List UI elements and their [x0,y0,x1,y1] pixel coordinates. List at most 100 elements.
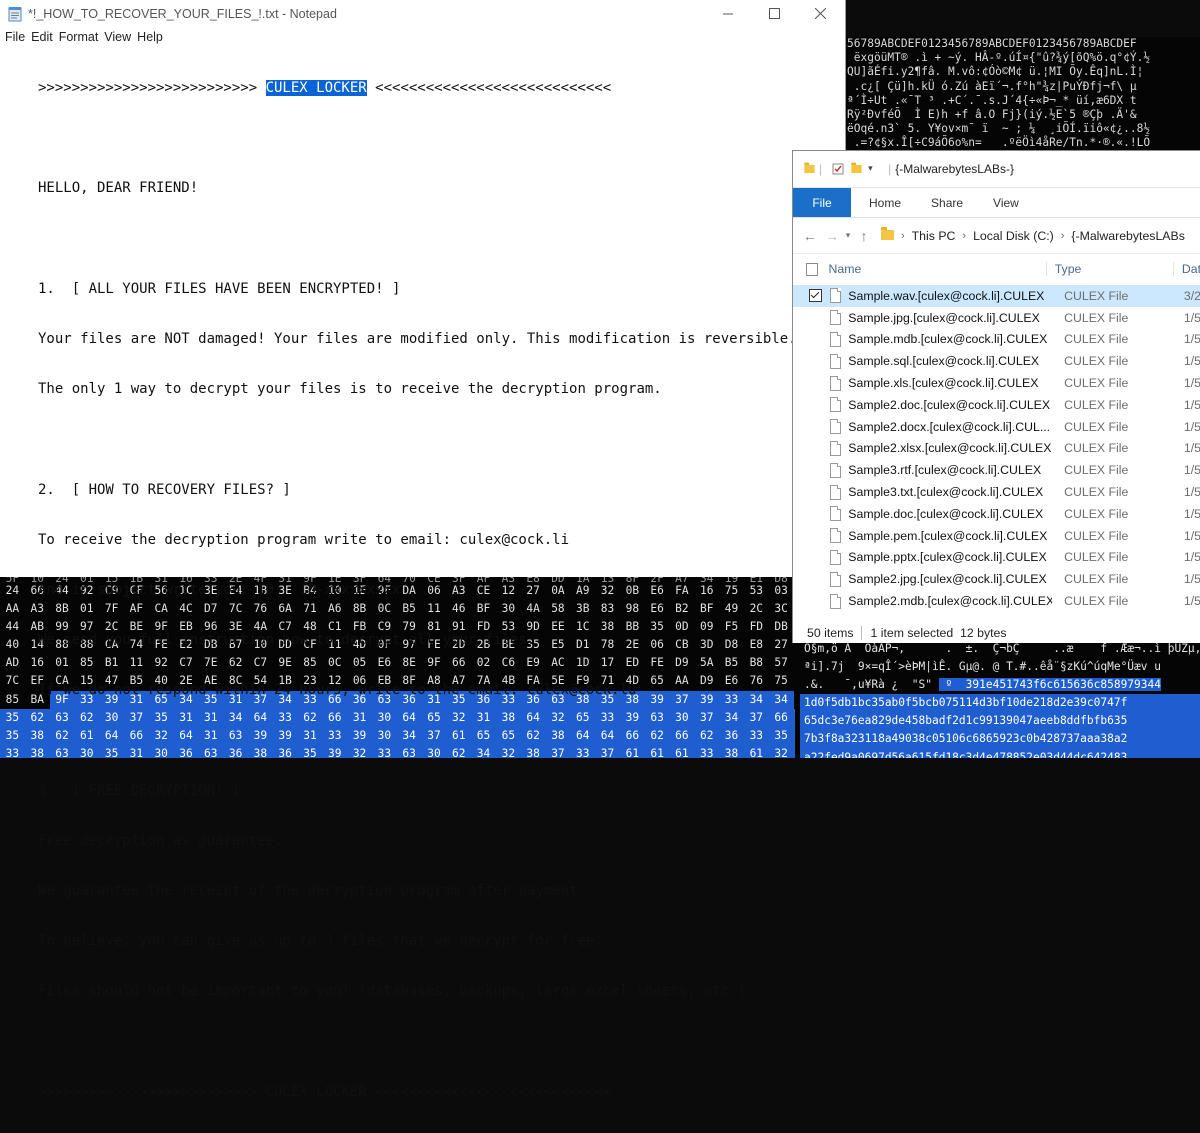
file-type: CULEX File [1064,550,1129,565]
hex-top-line: ëxgöüMT® .ì + ~ý. HÂ-º.úÍ¤{"û?¾ý[õQ%ö.q°… [847,51,1151,65]
notepad-menubar: File Edit Format View Help [0,27,845,47]
file-row[interactable]: Sample2.doc.[culex@cock.li].CULEX CULEX F… [793,394,1200,416]
up-arrow-icon[interactable]: ↑ [853,228,875,244]
status-bar: 50 items 1 item selected 12 bytes [793,622,1200,643]
new-folder-icon[interactable] [850,162,862,175]
menu-help[interactable]: Help [134,30,166,44]
ascii-text: .&. ¯,u¥Rà ¿ "S" [804,678,939,692]
file-name: Sample2.xlsx.[culex@cock.li].CULEX [848,441,1052,456]
notepad-titlebar[interactable]: *!_HOW_TO_RECOVER_YOUR_FILES_!.txt - Not… [0,0,845,27]
file-row[interactable]: Sample.wav.[culex@cock.li].CULEX CULEX Fi… [793,285,1200,307]
file-row[interactable]: Sample2.docx.[culex@cock.li].CUL... CULEX… [793,416,1200,438]
row-checkbox[interactable] [809,507,822,520]
file-row[interactable]: Sample.jpg.[culex@cock.li].CULEX CULEX Fi… [793,307,1200,329]
tab-home[interactable]: Home [863,196,907,210]
maximize-icon [768,8,780,19]
column-date[interactable]: Dat [1172,262,1200,276]
ascii-row: .&. ¯,u¥Rà ¿ "S" º 391e451743f6c615636c8… [800,676,1200,694]
forward-arrow-icon[interactable]: → [821,228,843,244]
text-line: Files should not be important to you! (d… [38,983,747,1000]
tab-share[interactable]: Share [925,196,969,210]
ascii-row: 7b3f8a323118a49038c05106c6865923c0b42873… [800,730,1200,749]
column-name[interactable]: Name [828,262,1045,276]
notepad-app-icon [8,6,22,22]
column-type[interactable]: Type [1045,262,1173,276]
file-row[interactable]: Sample.mdb.[culex@cock.li].CULEX CULEX Fi… [793,329,1200,351]
menu-file[interactable]: File [2,30,28,44]
tab-view[interactable]: View [987,196,1025,210]
breadcrumb-this-pc[interactable]: This PC [912,229,956,243]
select-all-checkbox[interactable] [806,262,819,276]
file-row[interactable]: Sample2.xlsx.[culex@cock.li].CULEX CULEX … [793,438,1200,460]
file-name: Sample2.docx.[culex@cock.li].CUL... [848,419,1051,434]
file-row[interactable]: Sample.xls.[culex@cock.li].CULEX CULEX Fi… [793,372,1200,394]
breadcrumb-local-disk[interactable]: Local Disk (C:) [973,229,1054,243]
ascii-text-selected: º 391e451743f6c615636c858979344 [938,678,1161,692]
text-line: And in subject write your ID: ID-xxxxxxx… [38,581,401,598]
row-checkbox[interactable] [809,377,822,390]
file-date: 1/5 [1183,419,1200,434]
file-row[interactable]: Sample.pem.[culex@cock.li].CULEX CULEX Fi… [793,525,1200,547]
file-type: CULEX File [1064,376,1129,391]
file-type: CULEX File [1064,528,1129,543]
file-icon [829,419,842,435]
quick-access-dropdown-icon[interactable]: ▾ [868,163,880,175]
hex-byte: AD [5,656,20,670]
row-checkbox[interactable] [809,595,822,608]
row-checkbox[interactable] [809,420,822,433]
chevron-right-icon: › [1060,229,1065,242]
row-checkbox[interactable] [809,529,822,542]
row-checkbox[interactable] [809,289,822,303]
column-headers: Name Type Dat [793,254,1200,284]
address-bar[interactable]: ← → ▾ ↑ › This PC › Local Disk (C:) › {-… [793,218,1200,254]
file-row[interactable]: Sample3.txt.[culex@cock.li].CULEX CULEX F… [793,481,1200,503]
text-line: The only 1 way to decrypt your files is … [38,381,662,398]
breadcrumb-current-folder[interactable]: {-MalwarebytesLABs [1071,229,1184,243]
file-row[interactable]: Sample.doc.[culex@cock.li].CULEX CULEX Fi… [793,503,1200,525]
ransom-header-line: >>>>>>>>>>>>>>>>>>>>>>>>>> CULEX LOCKER … [38,79,797,97]
minimize-button[interactable] [705,0,751,27]
file-name: Sample.doc.[culex@cock.li].CULEX [848,506,1044,521]
file-row[interactable]: Sample2.mdb.[culex@cock.li].CULEX CULEX F… [793,590,1200,612]
explorer-titlebar[interactable]: | ▾ | {-MalwarebytesLABs-} [793,151,1200,188]
file-type: CULEX File [1064,463,1129,478]
file-row[interactable]: Sample.pptx.[culex@cock.li].CULEX CULEX F… [793,547,1200,569]
row-checkbox[interactable] [809,355,822,368]
row-checkbox[interactable] [809,442,822,455]
section-3-heading: 3. [ FREE DECRYPTION! ] [38,782,241,799]
file-icon [829,310,842,326]
notepad-text-area[interactable]: >>>>>>>>>>>>>>>>>>>>>>>>>> CULEX LOCKER … [38,47,797,1133]
row-checkbox[interactable] [809,551,822,564]
tab-file[interactable]: File [793,188,851,217]
row-checkbox[interactable] [809,464,822,477]
properties-icon[interactable] [832,163,844,175]
file-row[interactable]: Sample.sql.[culex@cock.li].CULEX CULEX Fi… [793,350,1200,372]
row-checkbox[interactable] [809,573,822,586]
menu-edit[interactable]: Edit [28,30,56,44]
menu-format[interactable]: Format [56,30,102,44]
recent-dropdown-icon[interactable]: ▾ [843,230,853,241]
row-checkbox[interactable] [809,486,822,499]
file-date: 1/5 [1183,354,1200,369]
file-icon [829,506,842,522]
row-checkbox[interactable] [809,311,822,324]
file-row[interactable]: Sample2.jpg.[culex@cock.li].CULEX CULEX F… [793,568,1200,590]
maximize-button[interactable] [751,0,797,27]
hex-byte: 40 [5,638,20,652]
minimize-icon [722,13,733,15]
hex-byte: 44 [5,620,20,634]
file-icon [829,593,842,609]
explorer-window: | ▾ | {-MalwarebytesLABs-} File Home Sha… [792,150,1200,643]
menu-view[interactable]: View [101,30,134,44]
hex-top-line: Rÿ²ÐvféÕ Ì E)h +f â.O Fj}(iý.½E`5 ®Çþ .Ä… [847,108,1137,122]
close-button[interactable] [797,0,843,27]
file-date: 1/5 [1183,376,1200,391]
hex-top-line: ëOqé.n3` 5. Y¥ov×m¯ ï ~ ; ¼ ¸iÕÍ.ïiô«¢¿.… [847,122,1151,136]
back-arrow-icon[interactable]: ← [799,228,821,244]
row-checkbox[interactable] [809,398,822,411]
file-name: Sample2.jpg.[culex@cock.li].CULEX [848,572,1047,587]
file-icon [829,440,842,456]
row-checkbox[interactable] [809,333,822,346]
ascii-dump-bottom: O§m,ö A OàAP¬, . ±. Ç¬bÇ ..æ f .Ææ¬..ì þ… [800,640,1200,758]
file-row[interactable]: Sample3.rtf.[culex@cock.li].CULEX CULEX F… [793,459,1200,481]
